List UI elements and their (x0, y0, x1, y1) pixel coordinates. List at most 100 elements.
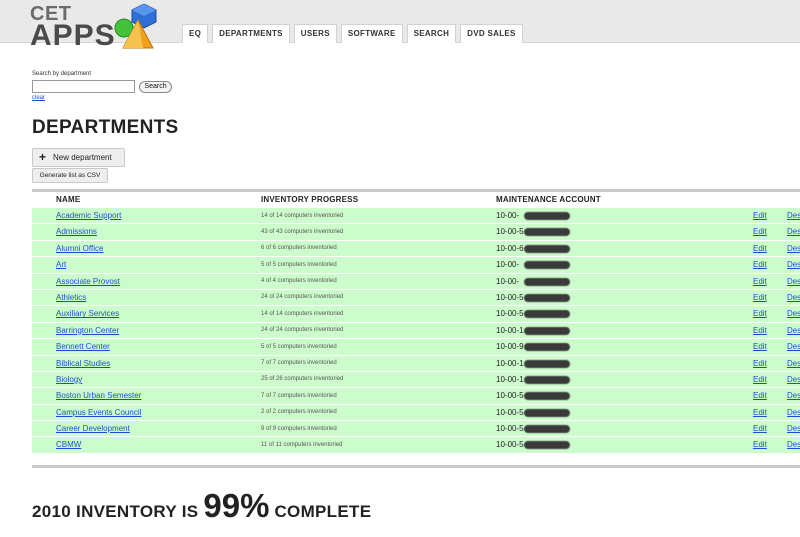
redacted-account (524, 408, 570, 417)
department-name-link[interactable]: Barrington Center (56, 326, 119, 335)
department-name-link[interactable]: Athletics (56, 293, 86, 302)
destroy-link[interactable]: Des (787, 293, 800, 302)
maintenance-account: 10-00-5 (496, 391, 524, 401)
destroy-link[interactable]: Des (787, 260, 800, 269)
table-row: Alumni Office 6 of 6 computers inventorie… (32, 240, 800, 258)
logo-text-bottom: APPS (30, 19, 116, 52)
clear-link[interactable]: clear (32, 95, 45, 101)
edit-link[interactable]: Edit (753, 244, 767, 253)
maintenance-account: 10-00-5 (496, 292, 524, 302)
maintenance-account: 10-00- (496, 276, 520, 286)
tab-departments[interactable]: DEPARTMENTS (212, 24, 290, 43)
edit-link[interactable]: Edit (753, 375, 767, 384)
maintenance-account: 10-00- (496, 260, 520, 270)
tab-dvd-sales[interactable]: DVD SALES (460, 24, 523, 43)
edit-link[interactable]: Edit (753, 260, 767, 269)
destroy-link[interactable]: Des (787, 326, 800, 335)
department-name-link[interactable]: Biblical Studies (56, 359, 110, 368)
tab-eq[interactable]: EQ (182, 24, 209, 43)
department-name-link[interactable]: Auxiliary Services (56, 309, 119, 318)
table-row: Art 5 of 5 computers inventoried 10-00- Edi… (32, 257, 800, 274)
department-name-link[interactable]: Art (56, 260, 66, 269)
tab-search[interactable]: SEARCH (406, 24, 457, 43)
summary-prefix: 2010 INVENTORY IS (32, 502, 199, 521)
department-name-link[interactable]: Associate Provost (56, 277, 120, 286)
edit-link[interactable]: Edit (753, 326, 767, 335)
redacted-account (524, 326, 570, 335)
redacted-account (524, 392, 570, 401)
edit-link[interactable]: Edit (753, 342, 767, 351)
table-row: Bennett Center 5 of 5 computers inventori… (32, 339, 800, 356)
table-row: Campus Events Council 2 of 2 computers in… (32, 404, 800, 422)
redacted-account (524, 343, 570, 352)
edit-link[interactable]: Edit (753, 359, 767, 368)
destroy-link[interactable]: Des (787, 359, 800, 368)
department-name-link[interactable]: Bennett Center (56, 342, 110, 351)
department-name-link[interactable]: Campus Events Council (56, 408, 141, 417)
search-input[interactable] (32, 80, 135, 93)
inventory-progress: 6 of 6 computers inventoried (261, 245, 337, 252)
department-name-link[interactable]: CBMW (56, 440, 81, 449)
destroy-link[interactable]: Des (787, 424, 800, 433)
edit-link[interactable]: Edit (753, 408, 767, 417)
table-bottom-rule (32, 465, 800, 468)
inventory-progress: 43 of 43 computers inventoried (261, 228, 344, 235)
edit-link[interactable]: Edit (753, 293, 767, 302)
inventory-progress: 24 of 24 computers inventoried (261, 327, 344, 334)
destroy-link[interactable]: Des (787, 244, 800, 253)
department-name-link[interactable]: Academic Support (56, 211, 121, 220)
table-header: NAME INVENTORY PROGRESS MAINTENANCE ACCO… (32, 192, 800, 208)
edit-link[interactable]: Edit (753, 211, 767, 220)
department-name-link[interactable]: Biology (56, 375, 82, 384)
department-name-link[interactable]: Alumni Office (56, 244, 103, 253)
departments-table: Academic Support 14 of 14 computers inven… (32, 208, 800, 454)
inventory-progress: 7 of 7 computers inventoried (261, 360, 337, 367)
new-department-button[interactable]: + New department (32, 148, 125, 167)
inventory-progress: 7 of 7 computers inventoried (261, 392, 337, 399)
inventory-progress: 4 of 4 computers inventoried (261, 278, 337, 285)
cet-apps-logo[interactable]: CET APPS (30, 2, 170, 52)
generate-csv-button[interactable]: Generate list as CSV (32, 168, 108, 183)
maintenance-account: 10-00-5 (496, 424, 524, 434)
edit-link[interactable]: Edit (753, 424, 767, 433)
maintenance-account: 10-00-5 (496, 309, 524, 319)
table-row: Associate Provost 4 of 4 computers invent… (32, 273, 800, 290)
search-label: Search by department (32, 71, 92, 77)
department-name-link[interactable]: Boston Urban Semester (56, 391, 141, 400)
destroy-link[interactable]: Des (787, 391, 800, 400)
department-name-link[interactable]: Career Development (56, 424, 130, 433)
table-row: Boston Urban Semester 7 of 7 computers in… (32, 388, 800, 405)
header-account: MAINTENANCE ACCOUNT (496, 195, 601, 204)
destroy-link[interactable]: Des (787, 277, 800, 286)
destroy-link[interactable]: Des (787, 211, 800, 220)
destroy-link[interactable]: Des (787, 227, 800, 236)
search-button[interactable]: Search (139, 81, 172, 93)
destroy-link[interactable]: Des (787, 342, 800, 351)
inventory-progress: 25 of 26 computers inventoried (261, 376, 344, 383)
inventory-progress: 24 of 24 computers inventoried (261, 294, 344, 301)
header-name: NAME (56, 195, 81, 204)
maintenance-account: 10-00-9 (496, 342, 524, 352)
edit-link[interactable]: Edit (753, 277, 767, 286)
table-row: Career Development 9 of 9 computers inven… (32, 421, 800, 438)
destroy-link[interactable]: Des (787, 440, 800, 449)
table-row: Athletics 24 of 24 computers inventoried 1… (32, 289, 800, 307)
maintenance-account: 10-00-1 (496, 374, 524, 384)
redacted-account (524, 359, 570, 368)
edit-link[interactable]: Edit (753, 227, 767, 236)
destroy-link[interactable]: Des (787, 309, 800, 318)
destroy-link[interactable]: Des (787, 408, 800, 417)
department-name-link[interactable]: Admissions (56, 227, 97, 236)
table-row: CBMW 11 of 11 computers inventoried 10-00-… (32, 437, 800, 454)
edit-link[interactable]: Edit (753, 391, 767, 400)
redacted-account (524, 228, 570, 237)
page-title: DEPARTMENTS (32, 117, 179, 138)
redacted-account (524, 310, 570, 319)
tab-users[interactable]: USERS (293, 24, 337, 43)
table-row: Biology 25 of 26 computers inventoried 10-… (32, 371, 800, 389)
tab-software[interactable]: SOFTWARE (340, 24, 403, 43)
redacted-account (524, 441, 570, 450)
edit-link[interactable]: Edit (753, 309, 767, 318)
destroy-link[interactable]: Des (787, 375, 800, 384)
edit-link[interactable]: Edit (753, 440, 767, 449)
